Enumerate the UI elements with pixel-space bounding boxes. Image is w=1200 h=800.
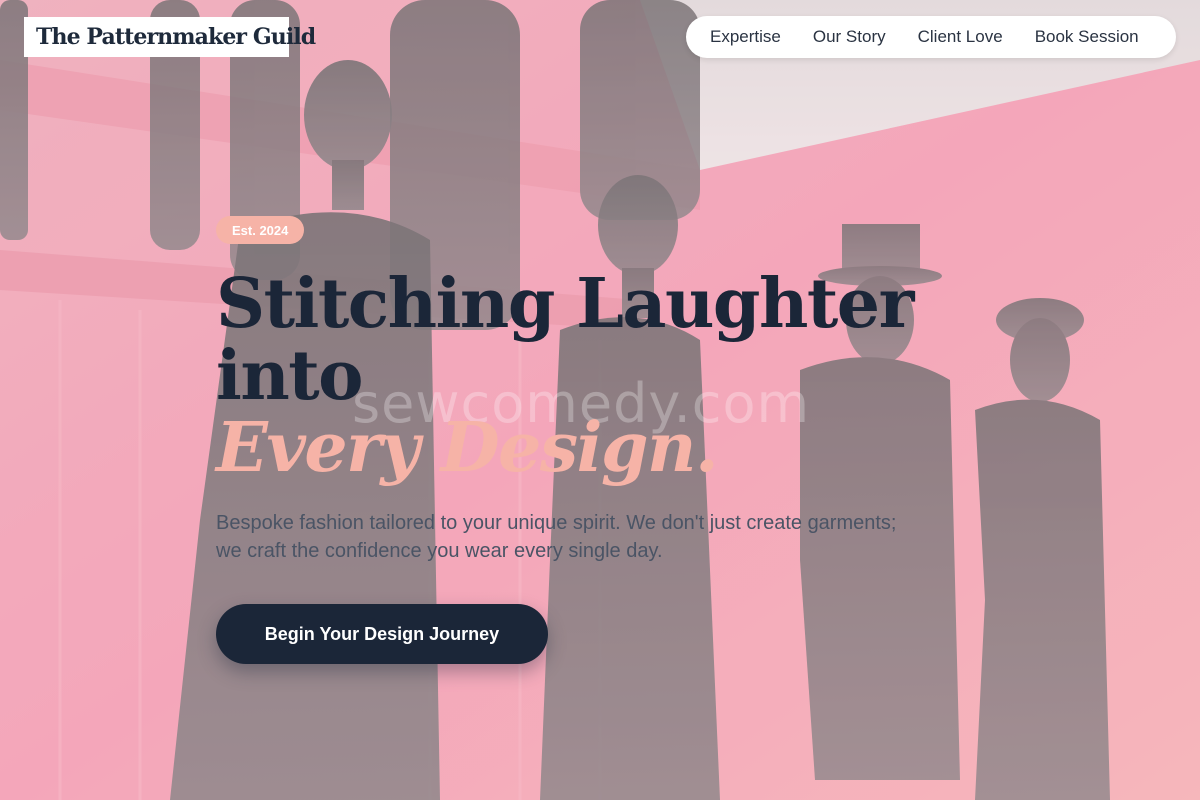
main-nav: Expertise Our Story Client Love Book Ses… <box>686 16 1176 58</box>
hero-subcopy: Bespoke fashion tailored to your unique … <box>216 512 897 562</box>
headline-line-2: into <box>216 336 364 416</box>
nav-link-book-session[interactable]: Book Session <box>1035 27 1139 47</box>
nav-link-client-love[interactable]: Client Love <box>918 27 1003 47</box>
site-logo[interactable]: The Patternmaker Guild <box>24 17 316 57</box>
nav-link-expertise[interactable]: Expertise <box>710 27 781 47</box>
established-badge: Est. 2024 <box>216 216 305 244</box>
headline-accent: Every Design. <box>216 408 719 488</box>
headline-line-1: Stitching Laughter <box>216 264 914 344</box>
begin-design-journey-button[interactable]: Begin Your Design Journey <box>216 604 548 664</box>
hero-headline: Stitching Laughter into Every Design. <box>216 264 914 488</box>
nav-link-our-story[interactable]: Our Story <box>813 27 886 47</box>
